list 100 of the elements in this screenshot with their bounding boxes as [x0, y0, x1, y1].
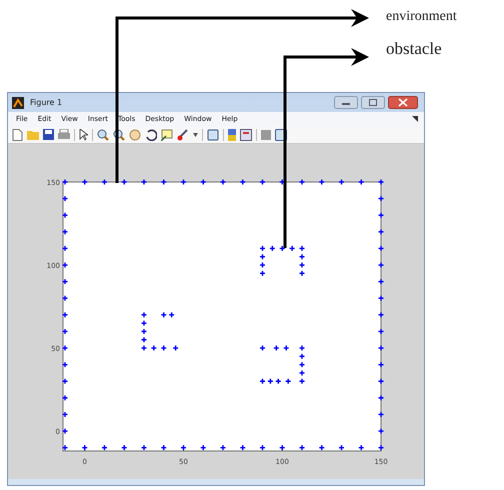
data-point: [259, 254, 266, 260]
data-point: [62, 312, 68, 318]
data-point: [140, 444, 148, 451]
legend-icon[interactable]: [240, 128, 252, 141]
data-point: [62, 178, 68, 186]
data-point: [62, 428, 68, 434]
new-file-icon[interactable]: [12, 128, 23, 141]
data-point: [378, 428, 384, 434]
colorbar-icon[interactable]: [228, 128, 236, 141]
data-point: [318, 444, 325, 451]
data-point: [62, 394, 68, 402]
data-point: [378, 361, 384, 368]
data-point: [279, 444, 286, 451]
annotation-label: obstacle: [386, 39, 442, 59]
data-point: [279, 178, 286, 186]
save-icon[interactable]: [43, 129, 54, 140]
app-icon: [12, 96, 24, 109]
data-point: [121, 444, 128, 451]
data-point: [180, 178, 187, 186]
data-point: [378, 411, 384, 418]
data-point: [378, 245, 384, 252]
data-point: [101, 444, 108, 451]
data-point: [378, 178, 384, 186]
data-point: [160, 344, 167, 352]
window-title: Figure 1: [30, 98, 62, 108]
data-point: [140, 336, 148, 343]
data-point: [62, 278, 68, 285]
data-point: [160, 178, 167, 186]
data-point: [62, 295, 68, 302]
data-point: [62, 212, 68, 218]
data-point: [62, 245, 68, 252]
data-point: [62, 361, 68, 368]
data-point: [279, 245, 286, 252]
data-point: [338, 178, 345, 186]
data-point: [82, 444, 88, 451]
data-point: [140, 178, 148, 186]
data-point: [378, 344, 384, 352]
caret-icon[interactable]: [193, 132, 198, 137]
data-point: [220, 444, 226, 451]
data-point: [140, 328, 148, 335]
data-point: [82, 178, 88, 186]
rotate-icon[interactable]: [145, 128, 157, 141]
data-point: [200, 178, 206, 186]
data-point: [298, 370, 306, 376]
data-point: [298, 262, 306, 268]
data-cursor-icon[interactable]: [161, 128, 173, 141]
data-point: [298, 178, 306, 186]
data-point: [298, 344, 306, 352]
data-point: [62, 344, 68, 352]
data-point: [378, 328, 384, 335]
data-point: [200, 444, 206, 451]
maximize-button[interactable]: [361, 96, 385, 110]
close-button[interactable]: [388, 96, 418, 110]
data-point: [378, 394, 384, 402]
data-point: [378, 378, 384, 384]
data-point: [259, 178, 266, 186]
zoom-out-icon[interactable]: [113, 128, 125, 141]
data-point: [378, 295, 384, 302]
data-point: [160, 444, 167, 451]
data-point: [150, 344, 158, 352]
data-point: [298, 270, 306, 277]
data-point: [298, 378, 306, 384]
data-point: [62, 411, 68, 418]
data-point: [259, 444, 266, 451]
data-point: [101, 178, 108, 186]
data-point: [62, 328, 68, 335]
data-point: [298, 444, 306, 451]
data-point: [358, 444, 364, 451]
data-point: [298, 245, 306, 252]
data-point: [284, 378, 292, 384]
pointer-icon[interactable]: [79, 128, 88, 141]
data-point: [378, 228, 384, 236]
dock-arrow-icon[interactable]: [412, 116, 418, 122]
data-point: [140, 344, 148, 352]
data-point: [259, 344, 266, 352]
data-point: [62, 228, 68, 236]
data-point: [259, 270, 266, 277]
annotation-label: environment: [386, 9, 457, 25]
data-point: [378, 212, 384, 218]
data-point: [121, 178, 128, 186]
data-point: [298, 254, 306, 260]
data-point: [378, 312, 384, 318]
data-point: [240, 444, 246, 451]
data-point: [273, 344, 280, 352]
data-point: [172, 344, 179, 352]
data-point: [318, 178, 325, 186]
data-point: [378, 278, 384, 285]
zoom-in-icon[interactable]: [97, 128, 109, 141]
data-point: [240, 178, 246, 186]
brush-icon[interactable]: [177, 128, 189, 141]
data-point: [378, 195, 384, 202]
data-point: [283, 344, 290, 352]
data-point: [378, 262, 384, 268]
data-point: [220, 178, 226, 186]
data-point: [358, 178, 364, 186]
data-point: [62, 195, 68, 202]
print-icon[interactable]: [58, 129, 70, 140]
data-point: [378, 444, 384, 451]
data-point: [259, 262, 266, 268]
minimize-button[interactable]: [334, 96, 358, 110]
